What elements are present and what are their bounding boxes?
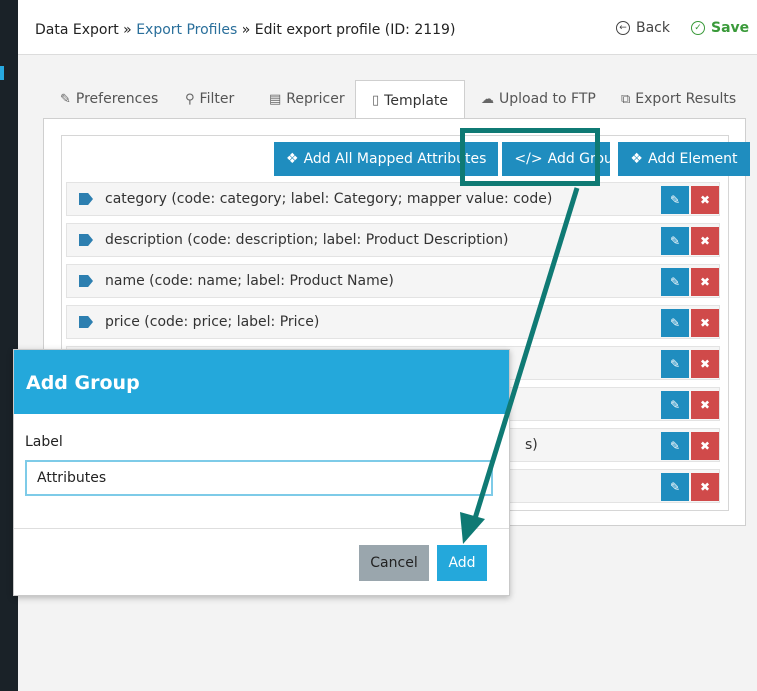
close-icon: ✖	[699, 357, 711, 371]
close-icon: ✖	[699, 316, 711, 330]
tag-icon	[79, 275, 93, 287]
delete-button[interactable]: ✖	[691, 391, 719, 419]
edit-icon: ✎	[669, 480, 681, 494]
check-icon: ✓	[691, 21, 705, 35]
save-label: Save	[711, 20, 750, 36]
tab-label: Template	[384, 92, 449, 109]
tab-label: Export Results	[635, 91, 737, 107]
tab-label: Repricer	[286, 91, 345, 107]
tag-icon	[79, 316, 93, 328]
breadcrumb-current: Edit export profile (ID: 2119)	[254, 22, 456, 38]
file-icon: ▯	[372, 93, 380, 108]
edit-button[interactable]: ✎	[661, 227, 689, 255]
tab-repricer[interactable]: ▤ Repricer	[269, 80, 345, 118]
search-icon: ⚲	[185, 91, 195, 107]
button-label: Add All Mapped Attributes	[303, 151, 487, 167]
delete-button[interactable]: ✖	[691, 227, 719, 255]
close-icon: ✖	[699, 439, 711, 453]
list-icon: ▤	[269, 91, 282, 107]
tab-filter[interactable]: ⚲ Filter	[185, 80, 234, 118]
breadcrumb-data-export[interactable]: Data Export	[35, 22, 119, 38]
edit-button[interactable]: ✎	[661, 350, 689, 378]
delete-button[interactable]: ✖	[691, 268, 719, 296]
label-field-label: Label	[25, 434, 63, 450]
template-row: description (code: description; label: P…	[66, 223, 720, 257]
add-button[interactable]: Add	[437, 545, 487, 581]
tag-icon	[79, 193, 93, 205]
tab-upload-ftp[interactable]: ☁ Upload to FTP	[481, 80, 596, 118]
edit-icon: ✎	[669, 275, 681, 289]
edit-icon: ✎	[669, 357, 681, 371]
row-text: description (code: description; label: P…	[105, 232, 509, 248]
tab-label: Filter	[199, 91, 235, 107]
delete-button[interactable]: ✖	[691, 473, 719, 501]
button-label: Add Element	[647, 151, 738, 167]
edit-button[interactable]: ✎	[661, 309, 689, 337]
group-label-input[interactable]	[25, 460, 493, 496]
tab-template[interactable]: ▯ Template	[355, 80, 466, 120]
cloud-upload-icon: ☁	[481, 91, 494, 107]
tags-icon: ❖	[286, 151, 299, 167]
template-row: category (code: category; label: Categor…	[66, 182, 720, 216]
template-row: price (code: price; label: Price) ✎ ✖	[66, 305, 720, 339]
breadcrumb: Data Export » Export Profiles » Edit exp…	[35, 22, 455, 38]
edit-icon: ✎	[669, 193, 681, 207]
close-icon: ✖	[699, 234, 711, 248]
delete-button[interactable]: ✖	[691, 309, 719, 337]
tag-icon: ❖	[630, 151, 643, 167]
tab-label: Preferences	[75, 91, 159, 107]
edit-button[interactable]: ✎	[661, 268, 689, 296]
page-header: Data Export » Export Profiles » Edit exp…	[18, 0, 757, 55]
edit-icon: ✎	[669, 398, 681, 412]
dialog-title: Add Group	[14, 350, 509, 414]
row-text: price (code: price; label: Price)	[105, 314, 320, 330]
close-icon: ✖	[699, 275, 711, 289]
add-element-button[interactable]: ❖ Add Element	[618, 142, 750, 176]
add-group-highlight-box	[460, 128, 600, 186]
tab-bar: ✎ Preferences ⚲ Filter ▤ Repricer ▯ Temp…	[18, 80, 757, 120]
delete-button[interactable]: ✖	[691, 186, 719, 214]
back-label: Back	[636, 20, 670, 36]
row-text: name (code: name; label: Product Name)	[105, 273, 394, 289]
close-icon: ✖	[699, 480, 711, 494]
tag-icon	[79, 234, 93, 246]
edit-icon: ✎	[60, 91, 71, 107]
delete-button[interactable]: ✖	[691, 432, 719, 460]
delete-button[interactable]: ✖	[691, 350, 719, 378]
row-text: category (code: category; label: Categor…	[105, 191, 553, 207]
edit-button[interactable]: ✎	[661, 473, 689, 501]
back-button[interactable]: ← Back	[616, 20, 670, 36]
edit-button[interactable]: ✎	[661, 391, 689, 419]
edit-button[interactable]: ✎	[661, 186, 689, 214]
close-icon: ✖	[699, 398, 711, 412]
edit-icon: ✎	[669, 316, 681, 330]
back-arrow-icon: ←	[616, 21, 630, 35]
cancel-button[interactable]: Cancel	[359, 545, 429, 581]
edit-icon: ✎	[669, 439, 681, 453]
sidebar-active-marker	[0, 66, 4, 80]
edit-button[interactable]: ✎	[661, 432, 689, 460]
template-row: name (code: name; label: Product Name) ✎…	[66, 264, 720, 298]
edit-icon: ✎	[669, 234, 681, 248]
add-group-dialog: Add Group Label Cancel Add	[13, 349, 510, 596]
save-button[interactable]: ✓ Save	[691, 20, 749, 36]
dialog-divider	[14, 528, 509, 529]
tab-label: Upload to FTP	[499, 91, 596, 107]
copy-icon: ⧉	[621, 91, 631, 107]
breadcrumb-export-profiles[interactable]: Export Profiles	[136, 22, 237, 38]
row-text: s)	[525, 437, 538, 453]
tab-preferences[interactable]: ✎ Preferences	[60, 80, 158, 118]
breadcrumb-separator: »	[237, 22, 255, 38]
breadcrumb-separator: »	[118, 22, 137, 38]
tab-export-results[interactable]: ⧉ Export Results	[621, 80, 736, 118]
close-icon: ✖	[699, 193, 711, 207]
